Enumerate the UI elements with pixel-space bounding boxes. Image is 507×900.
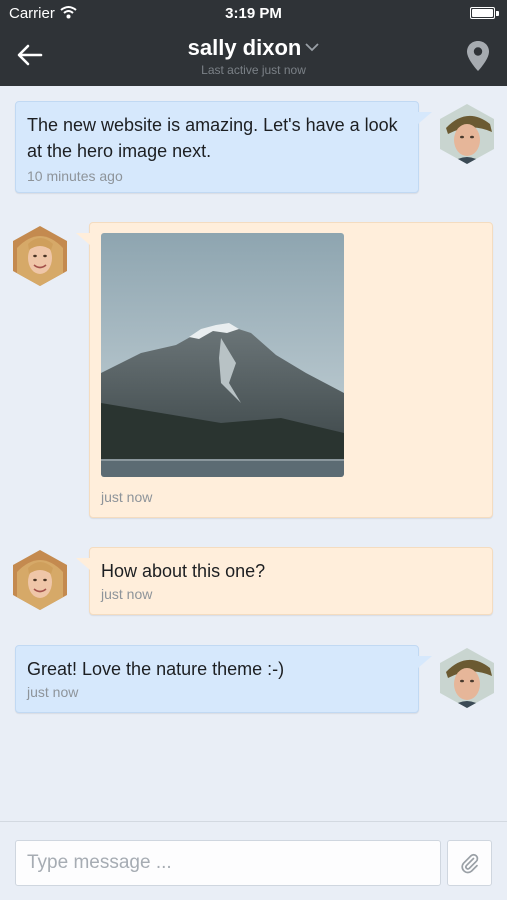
avatar-me[interactable] [440,104,494,164]
top-bar: Carrier 3:19 PM sally dixon Last active … [0,0,507,86]
message-bubble-outgoing[interactable]: The new website is amazing. Let's have a… [15,101,432,193]
clock: 3:19 PM [225,5,282,22]
message-text: The new website is amazing. Let's have a… [27,115,398,161]
map-pin-icon[interactable] [466,40,490,72]
contact-name: sally dixon [187,35,302,60]
paperclip-icon [461,853,479,874]
message-bubble-incoming[interactable]: How about this one? just now [76,547,493,615]
message-timestamp: 10 minutes ago [27,168,123,184]
message-bubble-incoming[interactable]: just now [76,222,493,518]
message-thread[interactable]: The new website is amazing. Let's have a… [0,86,507,821]
contact-title[interactable]: sally dixon [0,35,507,61]
mountain-photo[interactable] [101,233,344,477]
chevron-down-icon [305,43,319,52]
message-text: Great! Love the nature theme :-) [27,659,285,679]
battery-icon [470,7,495,19]
message-bubble-outgoing[interactable]: Great! Love the nature theme :-) just no… [15,645,432,713]
last-active-status: Last active just now [201,63,306,77]
avatar-contact[interactable] [13,550,67,610]
avatar-me[interactable] [440,648,494,708]
battery-tip [496,11,499,16]
message-text: How about this one? [101,561,266,581]
message-timestamp: just now [27,684,79,700]
message-timestamp: just now [101,586,153,602]
status-bar: Carrier 3:19 PM [0,0,507,28]
bubble-tail [76,558,90,570]
attach-button[interactable] [447,840,492,886]
bubble-tail [76,233,90,245]
message-input[interactable] [15,840,441,886]
bubble-tail [418,112,432,124]
bubble-tail [418,656,432,668]
message-composer [0,821,507,900]
avatar-contact[interactable] [13,226,67,286]
message-timestamp: just now [101,489,153,505]
